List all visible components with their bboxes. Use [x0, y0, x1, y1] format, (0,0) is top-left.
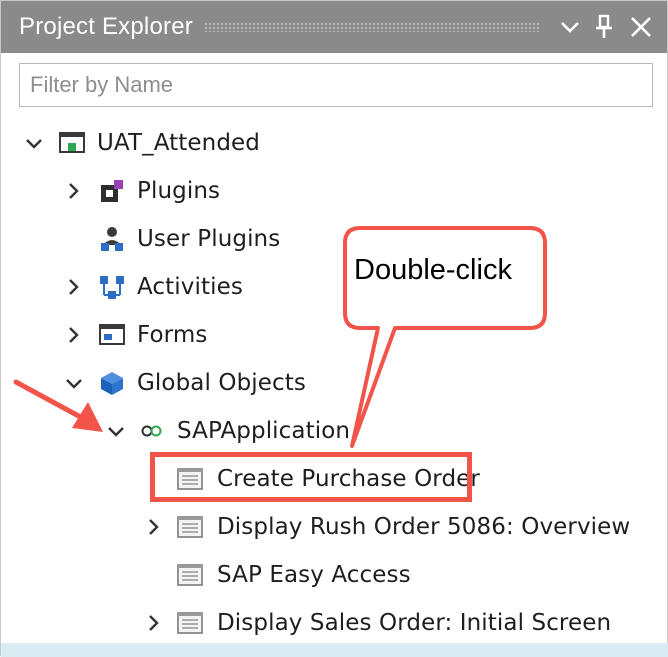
- arrow-annotation: [13, 379, 103, 432]
